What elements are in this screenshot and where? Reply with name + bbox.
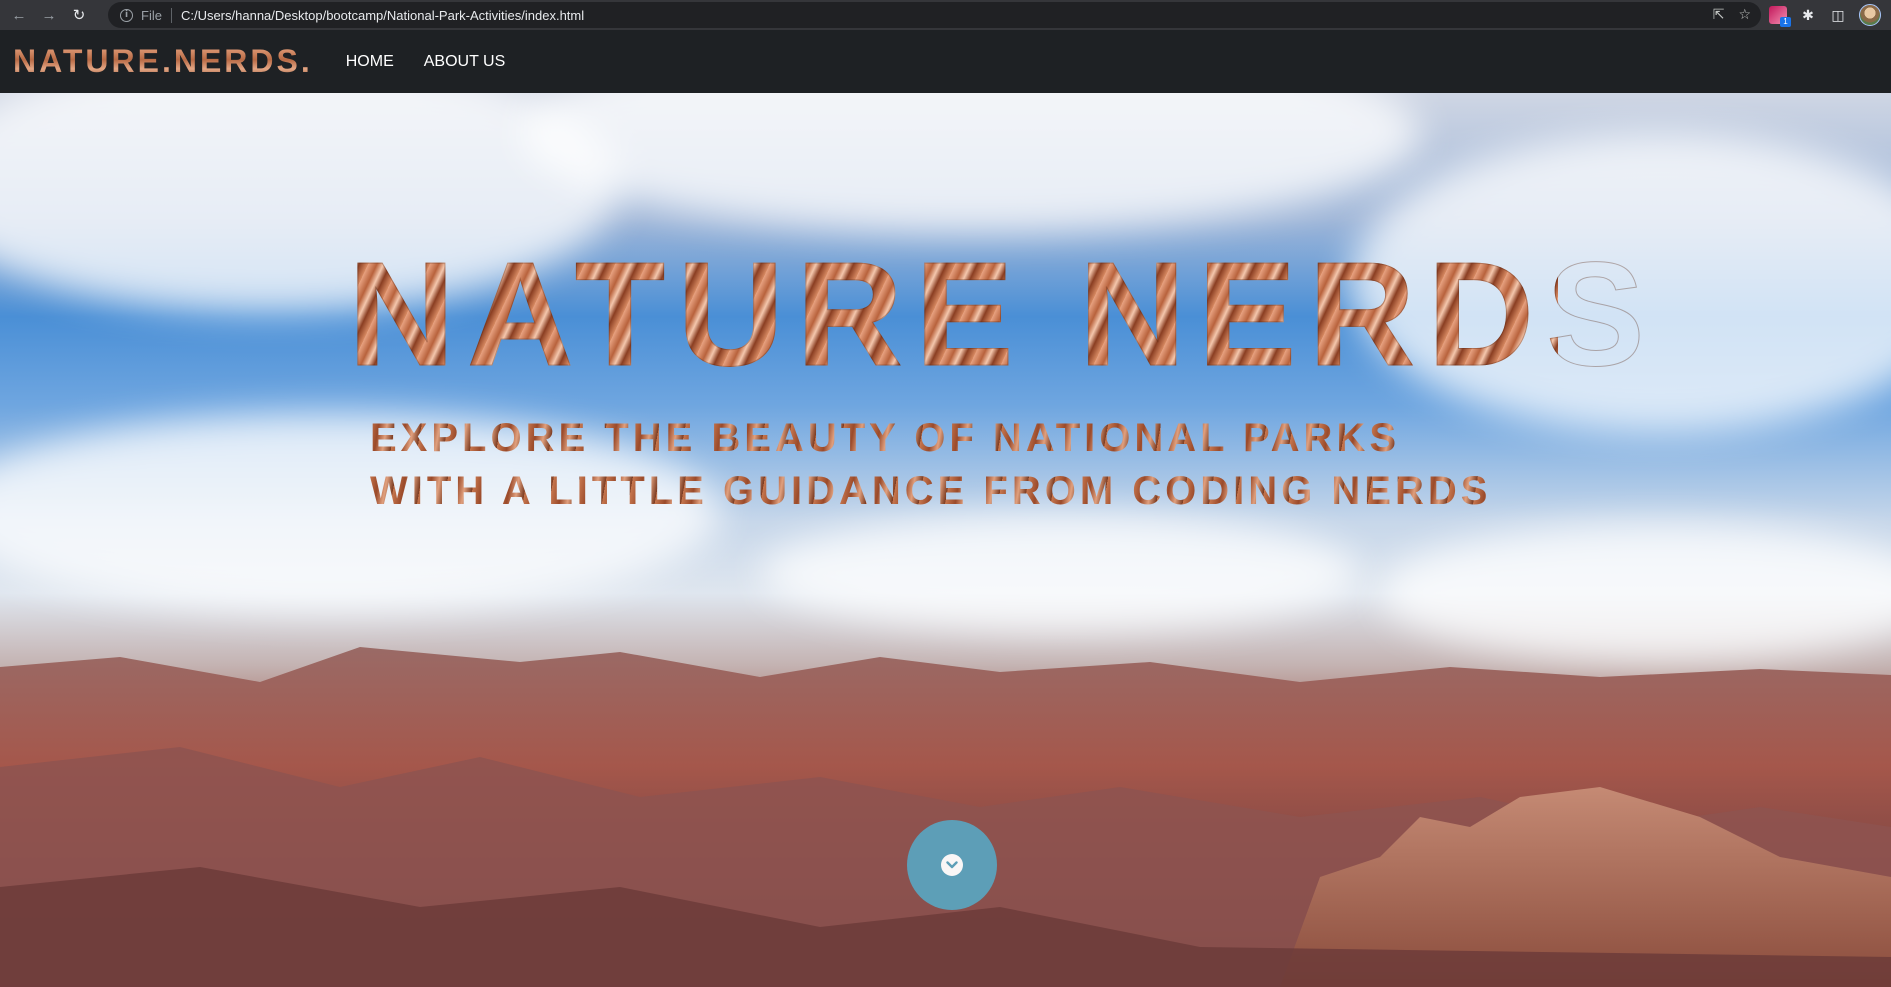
cloud (760, 513, 1360, 633)
address-bar-actions: ⇱ ☆ (1713, 6, 1751, 23)
extensions-area: 1 ✱ ◫ (1769, 4, 1881, 27)
profile-avatar[interactable] (1859, 4, 1881, 26)
nav-link-home[interactable]: HOME (346, 53, 394, 71)
info-icon[interactable]: i (120, 8, 133, 22)
brand-logo[interactable]: NATURE.NERDS. (13, 43, 313, 80)
reload-button[interactable]: ↻ (68, 4, 90, 26)
hero-subtitle-line-2: WITH A LITTLE GUIDANCE FROM CODING NERDS (370, 471, 1570, 511)
forward-button[interactable]: → (38, 4, 60, 26)
site-navbar: NATURE.NERDS. HOME ABOUT US (0, 30, 1891, 93)
back-button[interactable]: ← (8, 4, 30, 26)
scroll-down-button[interactable] (907, 820, 997, 910)
extension-icon[interactable]: 1 (1769, 6, 1791, 27)
canyon-landscape (0, 647, 1891, 987)
side-panel-icon[interactable]: ◫ (1829, 6, 1847, 24)
extension-badge: 1 (1780, 17, 1791, 27)
address-bar[interactable]: i File C:/Users/hanna/Desktop/bootcamp/N… (108, 2, 1761, 28)
hero-title: NATURE NERDS (348, 232, 1657, 397)
chevron-down-icon (941, 854, 963, 876)
browser-toolbar: ← → ↻ i File C:/Users/hanna/Desktop/boot… (0, 0, 1891, 30)
hero-section: NATURE NERDS EXPLORE THE BEAUTY OF NATIO… (0, 93, 1891, 987)
address-divider (170, 7, 172, 23)
chevron-down-glyph (946, 861, 958, 869)
hero-subtitle-line-1: EXPLORE THE BEAUTY OF NATIONAL PARKS (370, 418, 1570, 458)
puzzle-icon[interactable]: ✱ (1799, 6, 1817, 24)
bookmark-star-icon[interactable]: ☆ (1738, 6, 1751, 23)
share-icon[interactable]: ⇱ (1713, 6, 1725, 23)
nav-links: HOME ABOUT US (333, 53, 523, 71)
nav-link-about-us[interactable]: ABOUT US (424, 53, 506, 71)
cloud (520, 93, 1420, 233)
url-text[interactable]: C:/Users/hanna/Desktop/bootcamp/National… (181, 8, 584, 23)
url-scheme-label: File (141, 7, 162, 23)
